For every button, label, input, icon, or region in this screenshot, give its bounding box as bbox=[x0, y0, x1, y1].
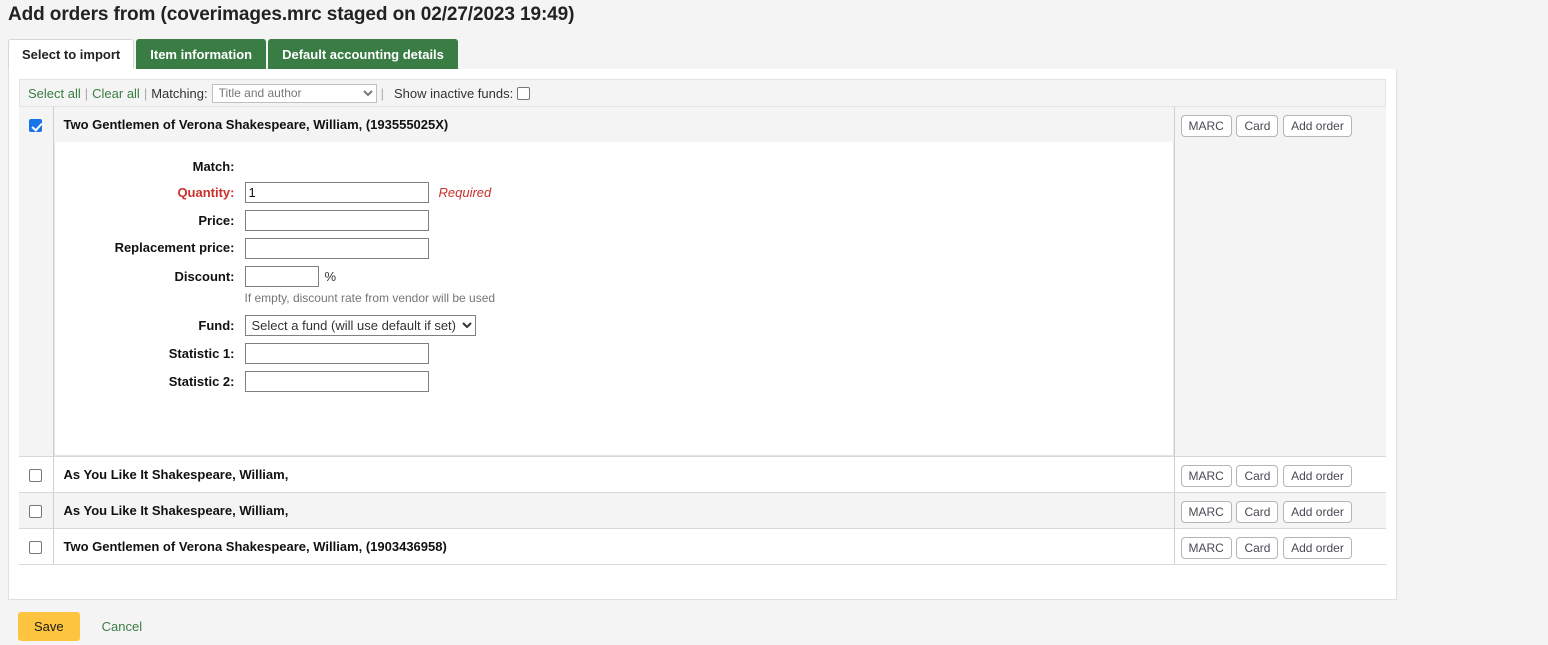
record-title-1: As You Like It Shakespeare, William, bbox=[63, 467, 289, 482]
statistic2-label: Statistic 2: bbox=[168, 374, 235, 389]
form-row-price: Price: bbox=[55, 210, 1173, 231]
table-row: As You Like It Shakespeare, William, MAR… bbox=[19, 456, 1386, 493]
card-button-1[interactable]: Card bbox=[1236, 465, 1279, 487]
toolbar-separator-1: | bbox=[84, 85, 89, 101]
record-title-2: As You Like It Shakespeare, William, bbox=[63, 503, 289, 518]
add-order-button-2[interactable]: Add order bbox=[1283, 501, 1352, 523]
price-label: Price: bbox=[198, 213, 235, 228]
select-all-link[interactable]: Select all bbox=[28, 86, 81, 101]
clear-all-link[interactable]: Clear all bbox=[92, 86, 140, 101]
discount-input[interactable] bbox=[244, 266, 319, 287]
card-button-0[interactable]: Card bbox=[1236, 115, 1279, 137]
record-select-cell bbox=[19, 528, 54, 565]
record-main-cell: As You Like It Shakespeare, William, bbox=[53, 492, 1174, 529]
quantity-required-note: Required bbox=[438, 185, 492, 200]
record-main-cell: As You Like It Shakespeare, William, bbox=[53, 456, 1174, 493]
discount-hint: If empty, discount rate from vendor will… bbox=[244, 291, 496, 305]
page-title: Add orders from (coverimages.mrc staged … bbox=[8, 4, 575, 25]
tab-item-information[interactable]: Item information bbox=[136, 39, 267, 69]
record-actions-cell: MARC Card Add order bbox=[1173, 456, 1386, 493]
save-button[interactable]: Save bbox=[18, 612, 80, 641]
record-select-cell bbox=[19, 492, 54, 529]
replacement-price-label: Replacement price: bbox=[114, 240, 235, 255]
form-row-fund: Fund: Select a fund (will use default if… bbox=[55, 315, 1173, 336]
form-row-match: Match: bbox=[55, 156, 1173, 175]
discount-label: Discount: bbox=[174, 269, 235, 284]
statistic2-input[interactable] bbox=[244, 371, 429, 392]
card-button-3[interactable]: Card bbox=[1236, 537, 1279, 559]
show-inactive-funds-label: Show inactive funds: bbox=[393, 85, 514, 101]
record-select-cell bbox=[19, 456, 54, 493]
record-checkbox-2[interactable] bbox=[29, 505, 43, 519]
table-row: Two Gentlemen of Verona Shakespeare, Wil… bbox=[19, 107, 1386, 457]
record-title-3: Two Gentlemen of Verona Shakespeare, Wil… bbox=[63, 539, 447, 554]
order-details-form: Match: Quantity: Required Price: bbox=[53, 142, 1174, 456]
record-actions-cell: MARC Card Add order bbox=[1173, 107, 1386, 457]
table-row: Two Gentlemen of Verona Shakespeare, Wil… bbox=[19, 528, 1386, 565]
record-checkbox-0[interactable] bbox=[29, 119, 43, 133]
fund-select[interactable]: Select a fund (will use default if set) bbox=[244, 315, 476, 336]
replacement-price-input[interactable] bbox=[244, 238, 429, 259]
statistic1-input[interactable] bbox=[244, 343, 429, 364]
record-checkbox-1[interactable] bbox=[29, 469, 43, 483]
record-select-cell bbox=[19, 107, 54, 457]
add-order-button-0[interactable]: Add order bbox=[1283, 115, 1352, 137]
matching-label: Matching: bbox=[151, 85, 208, 101]
import-panel: Select all | Clear all | Matching: Title… bbox=[8, 69, 1397, 600]
form-row-discount: Discount: % If empty, discount rate from… bbox=[55, 266, 1173, 305]
add-order-button-3[interactable]: Add order bbox=[1283, 537, 1352, 559]
form-row-statistic1: Statistic 1: bbox=[55, 343, 1173, 364]
record-actions-cell: MARC Card Add order bbox=[1173, 492, 1386, 529]
card-button-2[interactable]: Card bbox=[1236, 501, 1279, 523]
price-input[interactable] bbox=[244, 210, 429, 231]
record-main-cell: Two Gentlemen of Verona Shakespeare, Wil… bbox=[53, 107, 1174, 457]
records-table: Two Gentlemen of Verona Shakespeare, Wil… bbox=[19, 107, 1386, 565]
tab-default-accounting-details[interactable]: Default accounting details bbox=[268, 39, 458, 69]
marc-button-2[interactable]: MARC bbox=[1180, 501, 1232, 523]
toolbar-separator-3: | bbox=[380, 85, 384, 101]
matching-select[interactable]: Title and author bbox=[211, 83, 377, 103]
records-toolbar: Select all | Clear all | Matching: Title… bbox=[19, 79, 1386, 107]
table-row: As You Like It Shakespeare, William, MAR… bbox=[19, 492, 1386, 529]
quantity-input[interactable] bbox=[244, 182, 429, 203]
tab-bar: Select to import Item information Defaul… bbox=[0, 37, 1548, 69]
quantity-label: Quantity: bbox=[177, 185, 235, 200]
record-title-0: Two Gentlemen of Verona Shakespeare, Wil… bbox=[63, 117, 449, 132]
marc-button-1[interactable]: MARC bbox=[1180, 465, 1232, 487]
form-row-quantity: Quantity: Required bbox=[55, 182, 1173, 203]
match-label: Match: bbox=[192, 159, 235, 174]
add-order-button-1[interactable]: Add order bbox=[1283, 465, 1352, 487]
record-main-cell: Two Gentlemen of Verona Shakespeare, Wil… bbox=[53, 528, 1174, 565]
show-inactive-funds-group: Show inactive funds: bbox=[393, 85, 531, 101]
discount-unit: % bbox=[324, 269, 337, 284]
fund-label: Fund: bbox=[198, 318, 235, 333]
marc-button-3[interactable]: MARC bbox=[1180, 537, 1232, 559]
form-row-statistic2: Statistic 2: bbox=[55, 371, 1173, 392]
cancel-link[interactable]: Cancel bbox=[102, 619, 142, 634]
toolbar-separator-2: | bbox=[143, 85, 148, 101]
record-checkbox-3[interactable] bbox=[29, 541, 43, 555]
form-row-replacement-price: Replacement price: bbox=[55, 238, 1173, 259]
record-actions-cell: MARC Card Add order bbox=[1173, 528, 1386, 565]
show-inactive-funds-checkbox[interactable] bbox=[517, 86, 531, 100]
marc-button-0[interactable]: MARC bbox=[1180, 115, 1232, 137]
tab-select-to-import[interactable]: Select to import bbox=[8, 39, 135, 69]
statistic1-label: Statistic 1: bbox=[168, 346, 235, 361]
form-footer: Save Cancel bbox=[0, 612, 1548, 641]
